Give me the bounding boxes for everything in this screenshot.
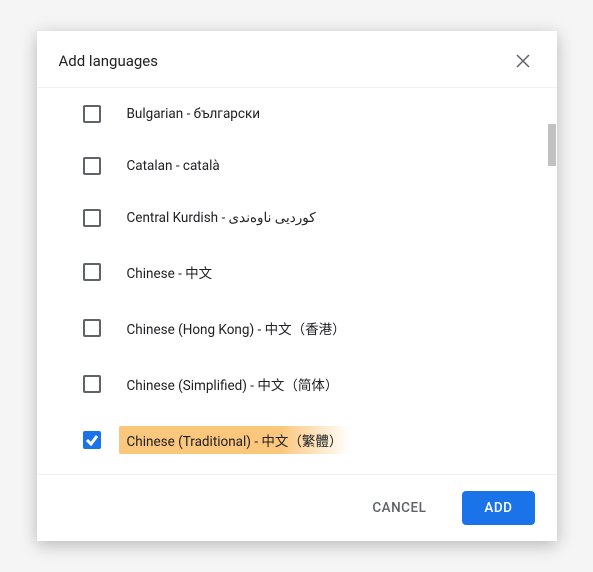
dialog-body: Bulgarian - български Catalan - català Cen…: [37, 87, 557, 475]
dialog-footer: CANCEL ADD: [37, 475, 557, 541]
language-item[interactable]: Chinese (Simplified) - 中文（简体）: [37, 356, 557, 412]
add-button[interactable]: ADD: [462, 491, 534, 525]
language-checkbox[interactable]: [83, 157, 101, 175]
scrollbar-track[interactable]: [545, 88, 557, 474]
language-label: Chinese (Simplified) - 中文（简体）: [119, 370, 347, 398]
language-checkbox[interactable]: [83, 263, 101, 281]
language-item[interactable]: Chinese - 中文: [37, 244, 557, 300]
add-languages-dialog: Add languages Bulgarian - български Catal…: [37, 31, 557, 541]
language-label: Central Kurdish - کوردیی ناوەندی: [119, 206, 324, 230]
dialog-header: Add languages: [37, 31, 557, 87]
language-checkbox[interactable]: [83, 319, 101, 337]
close-icon: [516, 54, 530, 68]
language-checkbox[interactable]: [83, 105, 101, 123]
dialog-title: Add languages: [59, 52, 159, 70]
language-list[interactable]: Bulgarian - български Catalan - català Cen…: [37, 88, 557, 474]
language-label: Chinese (Traditional) - 中文（繁體）: [119, 426, 351, 454]
language-checkbox[interactable]: [83, 209, 101, 227]
language-item[interactable]: Corsican: [37, 468, 557, 474]
check-icon: [85, 433, 99, 447]
language-item[interactable]: Central Kurdish - کوردیی ناوەندی: [37, 192, 557, 244]
language-label: Chinese (Hong Kong) - 中文（香港）: [119, 314, 354, 342]
language-item[interactable]: Catalan - català: [37, 140, 557, 192]
close-button[interactable]: [511, 49, 535, 73]
cancel-button[interactable]: CANCEL: [352, 491, 446, 525]
language-checkbox[interactable]: [83, 431, 101, 449]
language-checkbox[interactable]: [83, 375, 101, 393]
scrollbar-thumb[interactable]: [548, 124, 556, 166]
language-item[interactable]: Bulgarian - български: [37, 88, 557, 140]
language-label: Bulgarian - български: [119, 102, 269, 126]
language-label: Chinese - 中文: [119, 258, 221, 286]
language-item[interactable]: Chinese (Hong Kong) - 中文（香港）: [37, 300, 557, 356]
language-item[interactable]: Chinese (Traditional) - 中文（繁體）: [37, 412, 557, 468]
language-label: Catalan - català: [119, 154, 228, 178]
